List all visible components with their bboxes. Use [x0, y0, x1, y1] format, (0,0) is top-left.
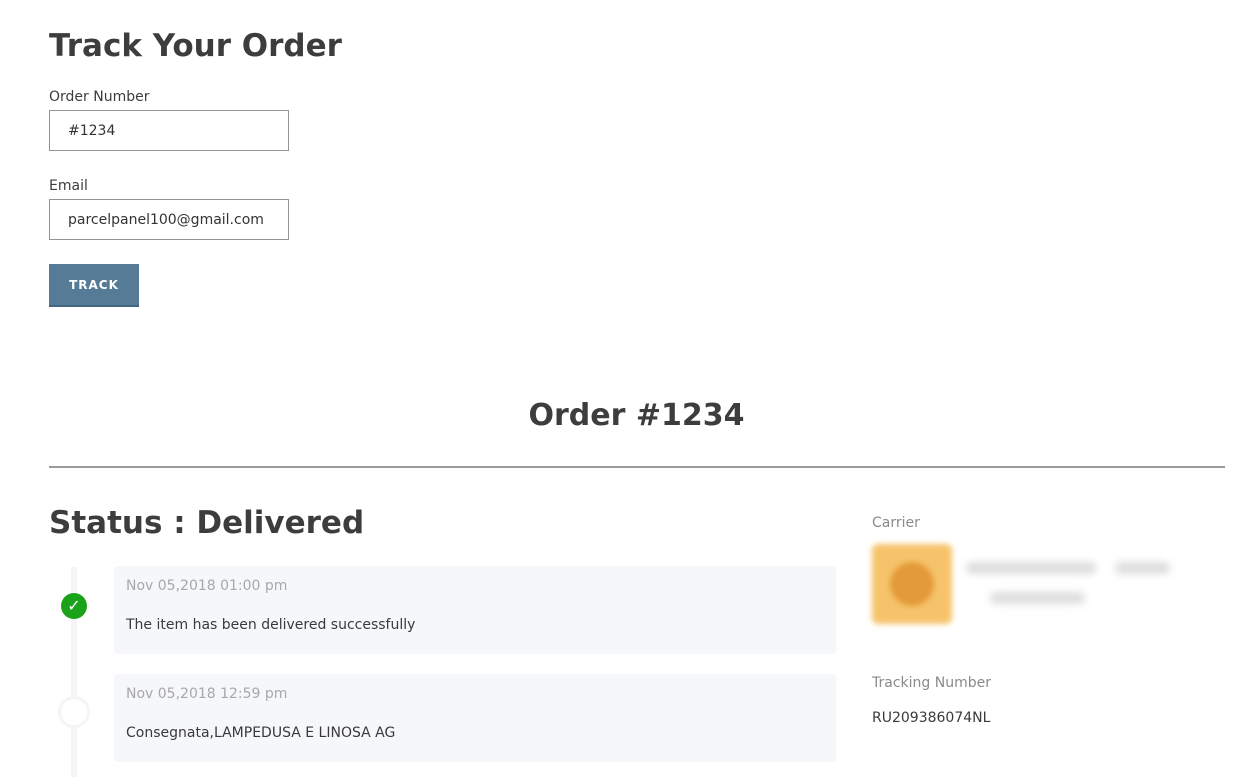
carrier-name-blurred — [1115, 562, 1170, 574]
timeline-dot-icon — [58, 696, 90, 728]
order-number-input[interactable] — [49, 110, 289, 151]
carrier-logo-icon — [872, 544, 952, 624]
timeline-event: Nov 05,2018 12:59 pm Consegnata,LAMPEDUS… — [114, 674, 836, 762]
email-label: Email — [49, 178, 88, 194]
page-title: Track Your Order — [49, 28, 342, 64]
order-title: Order #1234 — [528, 398, 745, 433]
check-circle-icon: ✓ — [61, 593, 87, 619]
email-input[interactable] — [49, 199, 289, 240]
divider — [49, 466, 1225, 468]
order-number-label: Order Number — [49, 89, 150, 105]
track-button[interactable]: TRACK — [49, 264, 139, 307]
order-status: Status : Delivered — [49, 505, 365, 541]
event-date: Nov 05,2018 01:00 pm — [126, 578, 288, 594]
event-date: Nov 05,2018 12:59 pm — [126, 686, 288, 702]
event-text: Consegnata,LAMPEDUSA E LINOSA AG — [126, 725, 396, 741]
timeline-event: Nov 05,2018 01:00 pm The item has been d… — [114, 566, 836, 654]
carrier-detail-blurred — [990, 592, 1085, 604]
tracking-number-label: Tracking Number — [872, 675, 991, 691]
tracking-number: RU209386074NL — [872, 710, 991, 726]
carrier-name-blurred — [966, 562, 1096, 574]
carrier-label: Carrier — [872, 515, 920, 531]
event-text: The item has been delivered successfully — [126, 617, 416, 633]
